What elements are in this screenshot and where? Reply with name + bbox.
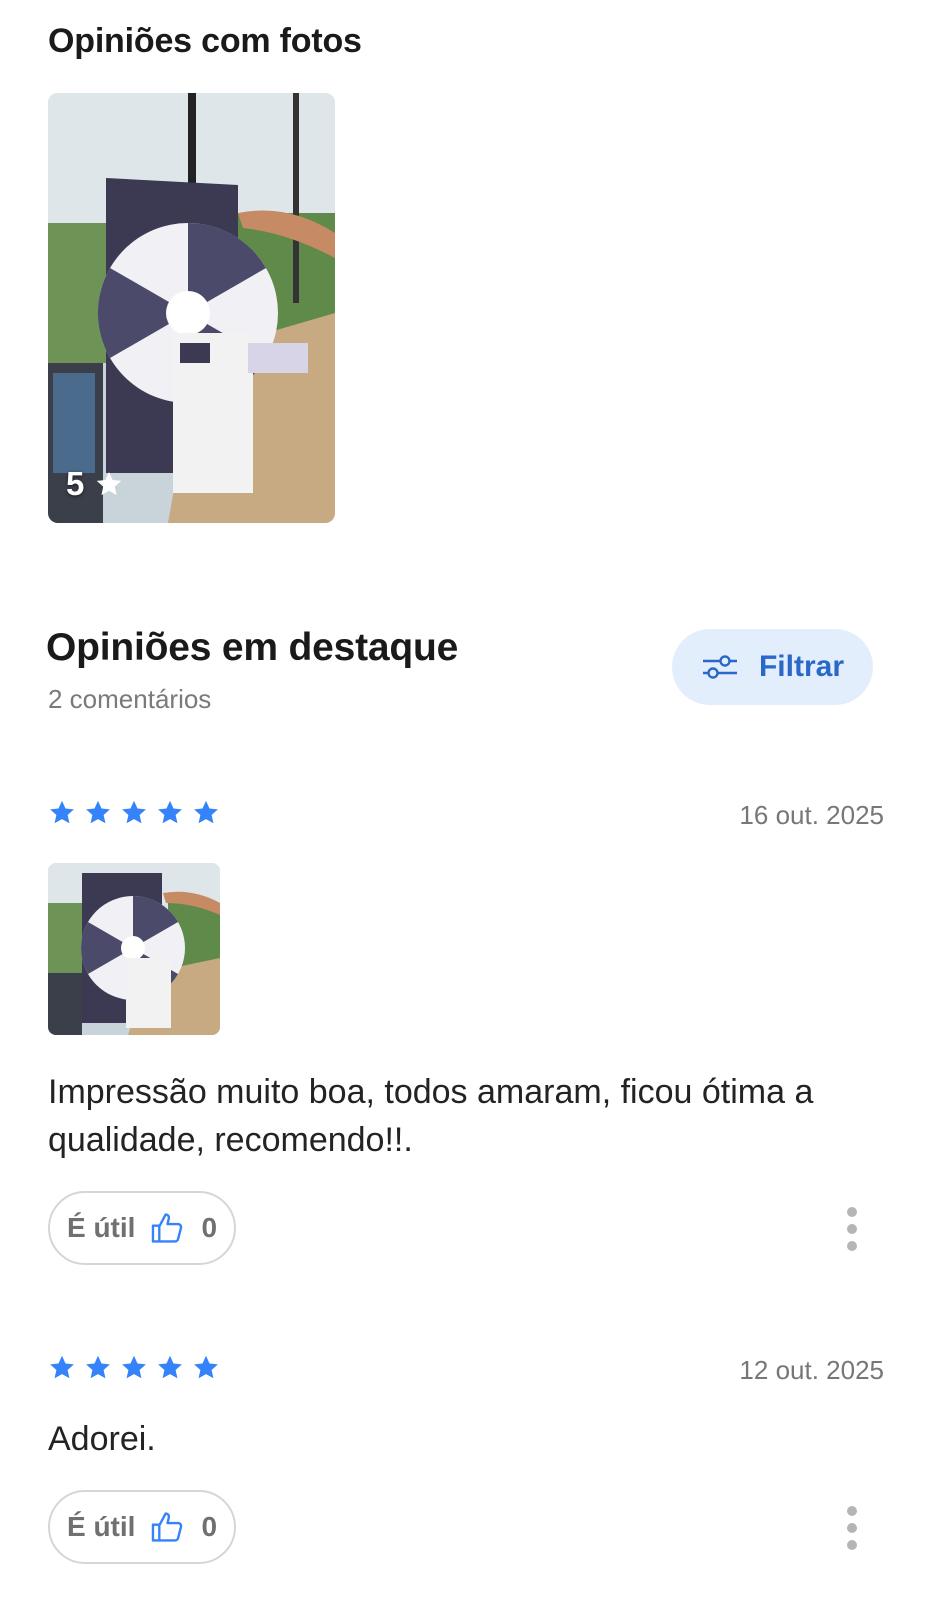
- star-icon: [86, 800, 110, 824]
- review-2-useful-button[interactable]: É útil 0: [48, 1490, 236, 1564]
- more-dot: [847, 1241, 857, 1251]
- star-icon: [158, 1355, 182, 1379]
- useful-count: 0: [201, 1511, 218, 1542]
- review-2-date: 12 out. 2025: [739, 1355, 884, 1385]
- useful-label: É útil: [66, 1511, 136, 1542]
- star-icon: [122, 1355, 146, 1379]
- more-dot: [847, 1506, 857, 1516]
- star-icon: [86, 1355, 110, 1379]
- review-2-text: Adorei.: [48, 1420, 156, 1458]
- filter-button[interactable]: Filtrar: [672, 629, 873, 705]
- review-2-stars: [48, 1354, 220, 1382]
- review-1-photo-image: [48, 863, 220, 1035]
- star-icon: [158, 800, 182, 824]
- more-dot: [847, 1540, 857, 1550]
- star-icon: [50, 1355, 74, 1379]
- star-icon: [97, 472, 122, 496]
- photo-rating-value: 5: [66, 465, 85, 502]
- review-2-more-options-button[interactable]: [834, 1503, 870, 1553]
- highlights-title: Opiniões em destaque: [46, 626, 459, 669]
- review-1-text: Impressão muito boa, todos amaram, ficou…: [48, 1073, 814, 1159]
- comments-count: 2 comentários: [48, 684, 212, 714]
- more-dot: [847, 1523, 857, 1533]
- review-1-stars: [48, 799, 220, 827]
- useful-label: É útil: [66, 1212, 136, 1243]
- review-1-date: 16 out. 2025: [739, 800, 884, 830]
- thumbs-up-icon: [152, 1512, 183, 1542]
- filter-label: Filtrar: [758, 650, 845, 683]
- thumbs-up-icon: [152, 1213, 183, 1243]
- review-1-photo-thumbnail[interactable]: [48, 863, 220, 1035]
- filter-sliders-icon: [702, 655, 737, 679]
- more-dot: [847, 1207, 857, 1217]
- review-1-useful-button[interactable]: É útil 0: [48, 1191, 236, 1265]
- photos-section-title: Opiniões com fotos: [48, 22, 362, 60]
- review-1-more-options-button[interactable]: [834, 1204, 870, 1254]
- star-icon: [194, 1355, 218, 1379]
- more-dot: [847, 1224, 857, 1234]
- star-icon: [50, 800, 74, 824]
- star-icon: [122, 800, 146, 824]
- star-icon: [194, 800, 218, 824]
- photo-rating: 5: [66, 465, 124, 503]
- review-photo-image: [48, 93, 335, 523]
- useful-count: 0: [201, 1212, 218, 1243]
- review-photo-card[interactable]: 5: [48, 93, 335, 523]
